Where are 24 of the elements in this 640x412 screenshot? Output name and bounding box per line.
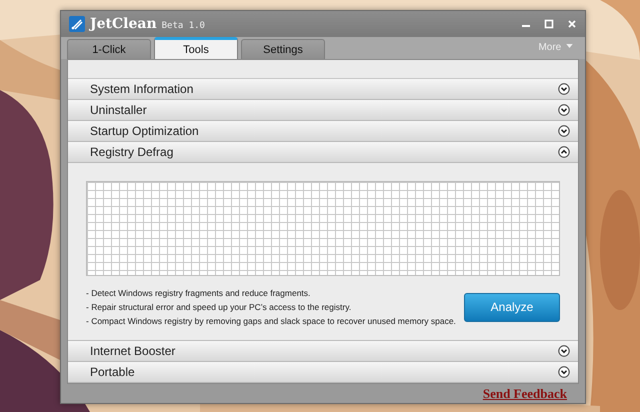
expand-icon[interactable] (558, 104, 570, 116)
close-icon[interactable] (567, 19, 577, 30)
collapse-icon[interactable] (558, 146, 570, 158)
section-header[interactable]: Uninstaller (68, 100, 578, 122)
tab[interactable]: 1-Click (67, 39, 151, 60)
section-header[interactable]: Startup Optimization (68, 121, 578, 142)
tab[interactable]: Settings (241, 39, 325, 60)
expand-icon[interactable] (558, 366, 570, 378)
description-text: - Detect Windows registry fragments and reduce fragments. (86, 288, 312, 298)
expand-icon[interactable] (558, 125, 570, 138)
expand-icon[interactable] (558, 345, 570, 358)
section-header[interactable]: Registry Defrag (68, 142, 578, 164)
description-text: - Compact Windows registry by removing gaps and slack space to recover unused memory space. (86, 316, 457, 326)
tab[interactable]: Tools (154, 37, 238, 60)
section-header[interactable]: System Information (68, 79, 578, 100)
maximize-icon[interactable] (544, 19, 554, 30)
app-logo-icon (69, 16, 85, 32)
section-header[interactable]: Internet Booster (68, 341, 578, 362)
caret-icon (566, 44, 573, 48)
description-text: - Repair structural error and speed up your PC’s access to the registry. (86, 302, 352, 312)
expand-icon[interactable] (558, 83, 570, 96)
section-header[interactable]: Portable (68, 362, 578, 384)
window-title: JetClean (90, 16, 157, 32)
version-label: Beta 1.0 (162, 20, 205, 31)
